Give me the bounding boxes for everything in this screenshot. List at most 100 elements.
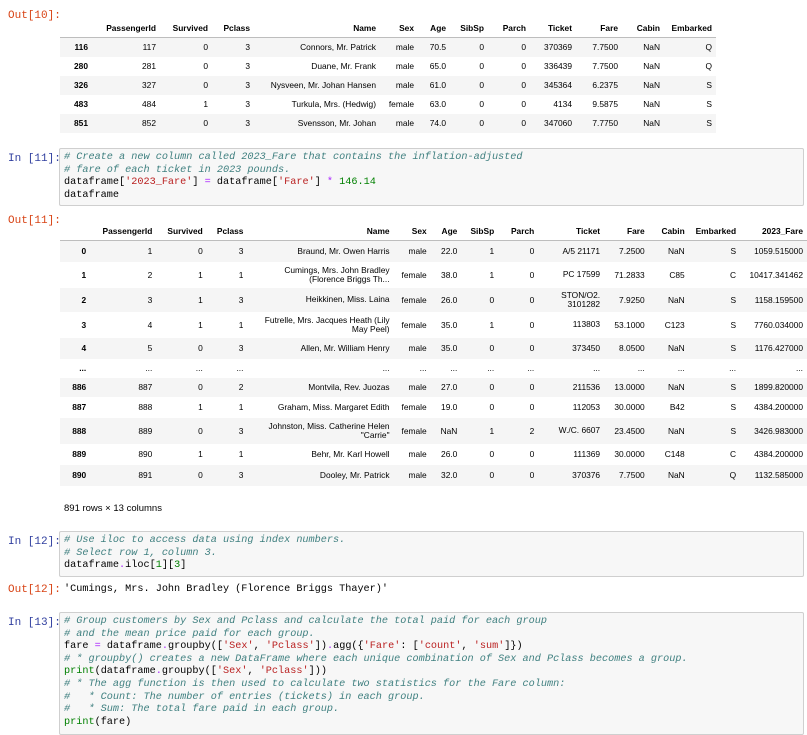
table-cell: Q [705, 42, 712, 53]
code-token: 'Pclass' [259, 666, 309, 678]
table-row: 483 484 1 3 Turkula, Mrs. (Hedwig) female 63.0… [60, 95, 716, 114]
table-cell: 0 [529, 269, 535, 280]
table-cell: A/5 21171 [562, 245, 601, 256]
table-cell: S [730, 319, 737, 330]
table-cell: 1 [489, 425, 495, 436]
table-cell: NaN [643, 61, 660, 71]
table-cell: 211536 [572, 381, 601, 392]
table-cell: Futrelle, Mrs. Jacques Heath (Lily May P… [264, 314, 390, 334]
table-cell: 484 [142, 99, 156, 109]
code-token: '2023_Fare' [125, 177, 193, 189]
code-token: agg({ [333, 641, 364, 653]
code-token: dataframe[ [64, 177, 126, 189]
code-token: ] [180, 560, 187, 572]
table-cell: 8.0500 [619, 343, 645, 353]
code-line: # Use iloc to access data using index nu… [64, 535, 799, 548]
table-cell: 63.0 [429, 99, 446, 109]
table-cell: 7.2500 [619, 246, 645, 257]
table-cell: 1 [203, 99, 208, 109]
table-cell: 0 [479, 80, 484, 90]
table-cell: 30.0000 [614, 402, 645, 412]
table-cell: 112053 [572, 401, 601, 412]
table-cell: 1132.585000 [754, 470, 803, 480]
table-cell: 3426.983000 [754, 425, 803, 436]
table-cell: male [395, 80, 414, 90]
code-line: print(fare) [64, 717, 799, 730]
row-index: 888 [72, 425, 87, 436]
code-editor[interactable]: # Use iloc to access data using index nu… [59, 531, 804, 577]
table-cell: S [730, 425, 737, 436]
code-editor[interactable]: # Create a new column called 2023_Fare t… [59, 148, 804, 206]
row-index: 886 [72, 382, 87, 392]
table-cell: S [730, 382, 737, 392]
table-cell: NaN [667, 246, 685, 257]
column-header: Fare [604, 222, 649, 241]
table-cell: 0 [203, 118, 208, 128]
table-cell: male [395, 61, 414, 71]
table-cell: 281 [142, 61, 156, 71]
table-cell: Connors, Mr. Patrick [300, 42, 376, 53]
table-row: 1 2 1 1 Cumings, Mrs. John Bradley (Florence… [60, 262, 807, 288]
table-cell: Dooley, Mr. Patrick [319, 469, 390, 480]
code-token: # * groupby() creates a new DataFrame wh… [64, 653, 688, 665]
table-cell: 0 [479, 99, 484, 109]
table-cell: 887 [138, 382, 153, 392]
table-cell: 3 [238, 246, 244, 257]
table-cell: 852 [142, 118, 156, 128]
table-cell: male [408, 470, 427, 480]
table-row: 890 891 0 3 Dooley, Mr. Patrick male 32.0 0 0 370… [60, 464, 807, 486]
code-line: # Create a new column called 2023_Fare t… [64, 152, 799, 165]
table-cell: NaN [643, 80, 660, 90]
column-header: Pclass [206, 222, 248, 241]
table-cell: 0 [203, 42, 208, 53]
table-cell: 7760.034000 [754, 319, 803, 330]
code-token: # Use iloc to access data using index nu… [64, 535, 346, 546]
table-cell: ... [382, 362, 390, 373]
code-token: (dataframe [94, 666, 156, 678]
table-row: 0 1 0 3 Braund, Mr. Owen Harris male 22.0 1 0 A/5… [60, 240, 807, 262]
table-cell: 35.0 [441, 343, 458, 353]
table-cell: S [730, 343, 737, 353]
column-header: PassengerId [92, 19, 160, 38]
table-cell: male [395, 118, 414, 128]
table-cell: 0 [529, 470, 535, 480]
table-cell: 0 [203, 61, 208, 71]
table-cell: 2 [238, 382, 244, 392]
table-cell: 3 [238, 470, 244, 480]
code-line: # * Sum: The total fare paid in each gro… [64, 704, 799, 717]
table-cell: 9.5875 [592, 99, 618, 109]
table-row: 280 281 0 3 Duane, Mr. Frank male 65.0 0 0 336439… [60, 57, 716, 76]
table-cell: 70.5 [429, 42, 446, 53]
row-index: 4 [81, 343, 87, 353]
table-cell: 3 [245, 80, 250, 90]
code-line: # * Count: The number of entries (ticket… [64, 692, 799, 705]
code-line: # and the mean price paid for each group… [64, 629, 799, 642]
row-index: 280 [74, 61, 88, 71]
code-token: 'sum' [473, 641, 505, 653]
column-header: SibSp [450, 19, 488, 38]
output-cell-10: Out[10]: PassengerId Survived Pclass Name Se… [0, 0, 807, 140]
table-cell: 370369 [544, 42, 572, 53]
table-cell: STON/O2. 3101282 [561, 289, 601, 309]
input-prompt: In [11]: [8, 153, 61, 165]
table-cell: 0 [198, 246, 203, 257]
code-editor[interactable]: # Group customers by Sex and Pclass and … [59, 612, 804, 735]
column-header: Parch [498, 222, 539, 241]
code-line: fare = dataframe.groupby(['Sex', 'Pclass… [64, 641, 799, 654]
table-cell: 0 [521, 118, 526, 128]
table-cell: 2 [529, 425, 535, 436]
column-header [60, 222, 91, 241]
table-cell: Graham, Miss. Margaret Edith [277, 401, 390, 412]
table-cell: 3 [245, 61, 250, 71]
table-cell: S [706, 80, 712, 90]
dataframe-table-11: PassengerId Survived Pclass Name Sex Age SibSp… [60, 222, 807, 486]
table-cell: 0 [203, 80, 208, 90]
table-cell: 23.4500 [614, 425, 645, 436]
input-prompt: In [13]: [8, 617, 61, 629]
table-cell: 0 [521, 61, 526, 71]
code-token: ] [192, 177, 205, 189]
table-cell: 0 [479, 61, 484, 71]
column-header: Fare [576, 19, 622, 38]
code-token: dataframe [100, 641, 162, 653]
table-cell: 889 [138, 425, 153, 436]
